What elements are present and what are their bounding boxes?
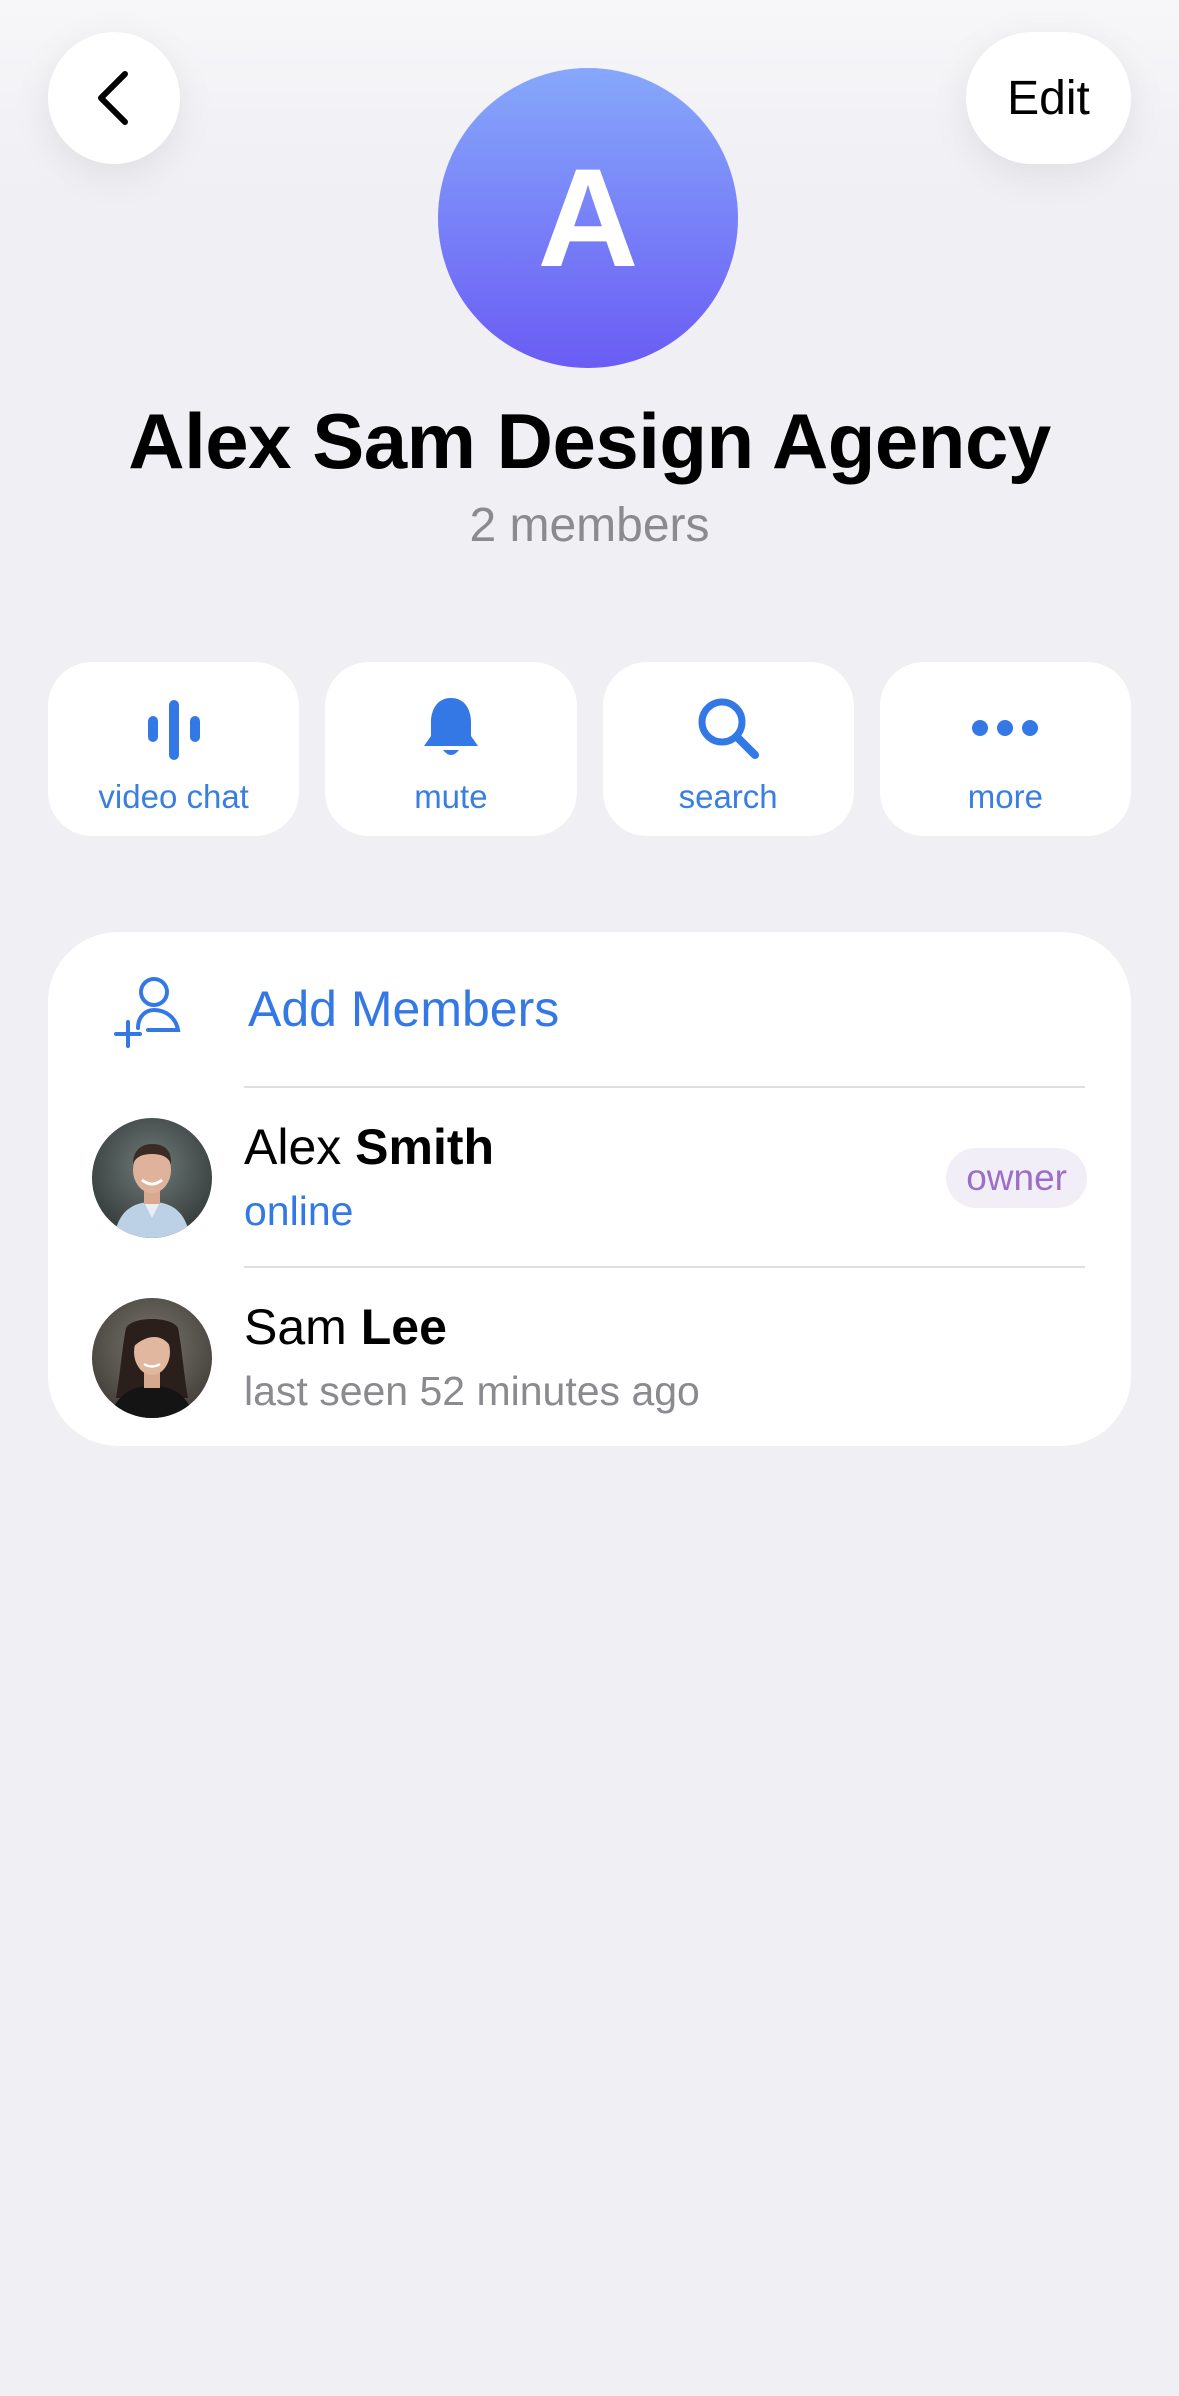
member-first-name: Sam bbox=[244, 1299, 347, 1355]
edit-button[interactable]: Edit bbox=[966, 32, 1131, 164]
member-last-name: Lee bbox=[360, 1299, 447, 1355]
more-dots-icon bbox=[972, 720, 1039, 736]
member-name: Alex Smith bbox=[244, 1118, 494, 1176]
avatar bbox=[92, 1118, 212, 1238]
owner-badge: owner bbox=[946, 1148, 1087, 1208]
group-avatar-letter: A bbox=[537, 139, 639, 296]
more-label: more bbox=[967, 778, 1043, 815]
member-last-name: Smith bbox=[355, 1119, 495, 1175]
member-row[interactable]: Alex Smith online owner bbox=[48, 1088, 1131, 1268]
group-title: Alex Sam Design Agency bbox=[128, 397, 1051, 485]
bell-icon bbox=[423, 698, 478, 755]
group-avatar: A bbox=[438, 68, 738, 368]
mute-button[interactable]: mute bbox=[325, 662, 577, 836]
members-card: Add Members Alex Smith online owner Sam … bbox=[48, 932, 1131, 1446]
member-status: online bbox=[244, 1188, 354, 1234]
search-button[interactable]: search bbox=[602, 662, 854, 836]
chevron-left-icon bbox=[98, 71, 128, 125]
back-button[interactable] bbox=[48, 32, 180, 164]
search-label: search bbox=[678, 778, 778, 815]
member-row[interactable]: Sam Lee last seen 52 minutes ago bbox=[48, 1268, 1131, 1446]
add-members-label: Add Members bbox=[248, 981, 560, 1037]
search-icon bbox=[698, 698, 760, 759]
add-members-row[interactable]: Add Members bbox=[48, 932, 1131, 1086]
sound-bars-icon bbox=[147, 700, 200, 760]
video-chat-button[interactable]: video chat bbox=[48, 662, 300, 836]
member-name: Sam Lee bbox=[244, 1298, 447, 1356]
more-button[interactable]: more bbox=[879, 662, 1131, 836]
member-first-name: Alex bbox=[244, 1119, 342, 1175]
video-chat-label: video chat bbox=[98, 778, 249, 815]
member-count: 2 members bbox=[469, 499, 710, 552]
action-bar: video chat mute search more bbox=[48, 662, 1131, 836]
add-person-icon bbox=[114, 977, 181, 1048]
mute-label: mute bbox=[414, 778, 488, 815]
avatar bbox=[92, 1298, 212, 1418]
member-status: last seen 52 minutes ago bbox=[244, 1368, 700, 1414]
